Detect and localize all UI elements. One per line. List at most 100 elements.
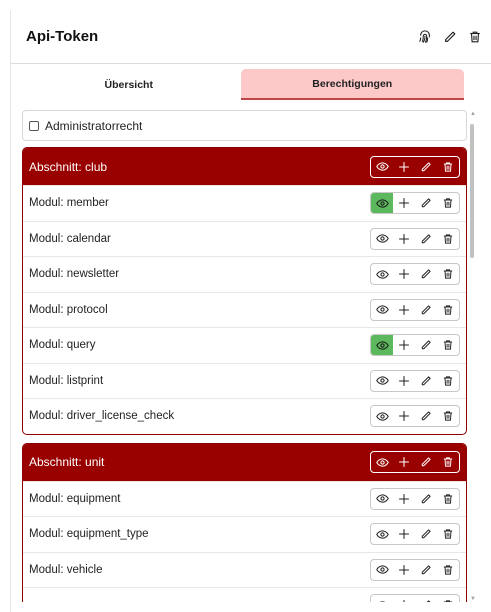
plus-icon <box>398 268 410 280</box>
section-header: Abschnitt: club <box>23 148 466 185</box>
tab-uebersicht[interactable]: Übersicht <box>17 69 241 100</box>
scroll-down-arrow-icon[interactable]: ▼ <box>470 596 476 602</box>
create-permission-button[interactable] <box>393 524 415 544</box>
pencil-icon <box>420 339 432 351</box>
delete-permission-button[interactable] <box>437 335 459 355</box>
trash-icon <box>442 528 454 540</box>
edit-permission-button[interactable] <box>415 157 437 177</box>
eye-icon <box>375 197 389 210</box>
view-permission-button[interactable] <box>371 524 393 544</box>
module-row: Modul: equipment_type <box>23 516 466 552</box>
delete-permission-button[interactable] <box>437 193 459 213</box>
module-label: Modul: vehicle <box>29 563 103 576</box>
create-permission-button[interactable] <box>393 157 415 177</box>
delete-permission-button[interactable] <box>437 371 459 391</box>
view-permission-button[interactable] <box>371 371 393 391</box>
edit-permission-button[interactable] <box>415 595 437 602</box>
view-permission-button[interactable] <box>371 157 393 177</box>
module-label: Modul: driver_license_check <box>29 410 175 423</box>
create-permission-button[interactable] <box>393 264 415 284</box>
admin-checkbox-row[interactable]: Administratorrecht <box>22 110 467 141</box>
tab-berechtigungen[interactable]: Berechtigungen <box>240 69 464 100</box>
module-row: Modul: newsletter <box>23 256 466 292</box>
edit-permission-button[interactable] <box>415 193 437 213</box>
edit-permission-button[interactable] <box>415 524 437 544</box>
view-permission-button[interactable] <box>371 595 393 602</box>
permission-buttons <box>370 263 460 286</box>
delete-permission-button[interactable] <box>437 595 459 602</box>
delete-permission-button[interactable] <box>437 560 459 580</box>
pencil-icon <box>420 528 432 540</box>
view-permission-button[interactable] <box>371 264 393 284</box>
permission-buttons <box>370 594 460 602</box>
trash-icon <box>442 268 454 280</box>
plus-icon <box>398 599 410 602</box>
permission-buttons <box>370 451 460 473</box>
fingerprint-icon[interactable] <box>417 29 433 45</box>
view-permission-button[interactable] <box>371 335 393 356</box>
trash-icon <box>442 456 454 468</box>
permission-buttons <box>370 487 460 510</box>
view-permission-button[interactable] <box>371 452 393 472</box>
permission-buttons <box>370 558 460 581</box>
create-permission-button[interactable] <box>393 595 415 602</box>
module-row: Modul: listprint <box>23 362 466 399</box>
edit-permission-button[interactable] <box>415 406 437 426</box>
edit-permission-button[interactable] <box>415 371 437 391</box>
scrollbar-thumb[interactable] <box>470 124 474 258</box>
delete-permission-button[interactable] <box>437 406 459 426</box>
edit-permission-button[interactable] <box>415 229 437 249</box>
view-permission-button[interactable] <box>371 193 393 214</box>
delete-permission-button[interactable] <box>437 229 459 249</box>
pencil-icon <box>420 161 432 173</box>
delete-permission-button[interactable] <box>437 489 459 509</box>
create-permission-button[interactable] <box>393 560 415 580</box>
module-row: Modul: equipment <box>23 480 466 517</box>
scroll-up-arrow-icon[interactable]: ▲ <box>470 111 476 117</box>
delete-permission-button[interactable] <box>437 157 459 177</box>
view-permission-button[interactable] <box>371 300 393 320</box>
pencil-icon <box>420 233 432 245</box>
pencil-icon <box>420 375 432 387</box>
create-permission-button[interactable] <box>393 193 415 213</box>
admin-checkbox[interactable] <box>29 120 39 131</box>
module-label: Modul: equipment_type <box>29 528 149 541</box>
edit-permission-button[interactable] <box>415 264 437 284</box>
trash-icon <box>442 493 454 505</box>
create-permission-button[interactable] <box>393 229 415 249</box>
module-label: Modul: newsletter <box>29 268 120 281</box>
plus-icon <box>398 493 410 505</box>
delete-permission-button[interactable] <box>437 524 459 544</box>
eye-icon <box>376 599 389 602</box>
section-label: Abschnitt: club <box>29 159 108 174</box>
delete-permission-button[interactable] <box>437 300 459 320</box>
module-label: Modul: query <box>29 339 96 352</box>
module-label: Modul: equipment <box>29 492 121 505</box>
scrollbar[interactable]: ▲ ▼ <box>470 111 476 602</box>
permission-buttons <box>370 334 460 357</box>
create-permission-button[interactable] <box>393 300 415 320</box>
delete-permission-button[interactable] <box>437 452 459 472</box>
view-permission-button[interactable] <box>371 489 393 509</box>
section-label: Abschnitt: unit <box>29 455 105 469</box>
eye-icon <box>375 456 389 469</box>
create-permission-button[interactable] <box>393 406 415 426</box>
edit-permission-button[interactable] <box>415 452 437 472</box>
delete-permission-button[interactable] <box>437 264 459 284</box>
view-permission-button[interactable] <box>371 560 393 580</box>
edit-permission-button[interactable] <box>415 300 437 320</box>
create-permission-button[interactable] <box>393 489 415 509</box>
create-permission-button[interactable] <box>393 371 415 391</box>
view-permission-button[interactable] <box>371 406 393 426</box>
trash-icon[interactable] <box>467 29 483 45</box>
pencil-icon[interactable] <box>442 29 458 45</box>
view-permission-button[interactable] <box>371 229 393 249</box>
create-permission-button[interactable] <box>393 452 415 472</box>
create-permission-button[interactable] <box>393 335 415 355</box>
module-row: Modul: driver_license_check <box>23 398 466 434</box>
edit-permission-button[interactable] <box>415 335 437 355</box>
edit-permission-button[interactable] <box>415 560 437 580</box>
permissions-list[interactable]: Administratorrecht Abschnitt: club Modul:… <box>22 110 467 602</box>
pencil-icon <box>420 410 432 422</box>
edit-permission-button[interactable] <box>415 489 437 509</box>
